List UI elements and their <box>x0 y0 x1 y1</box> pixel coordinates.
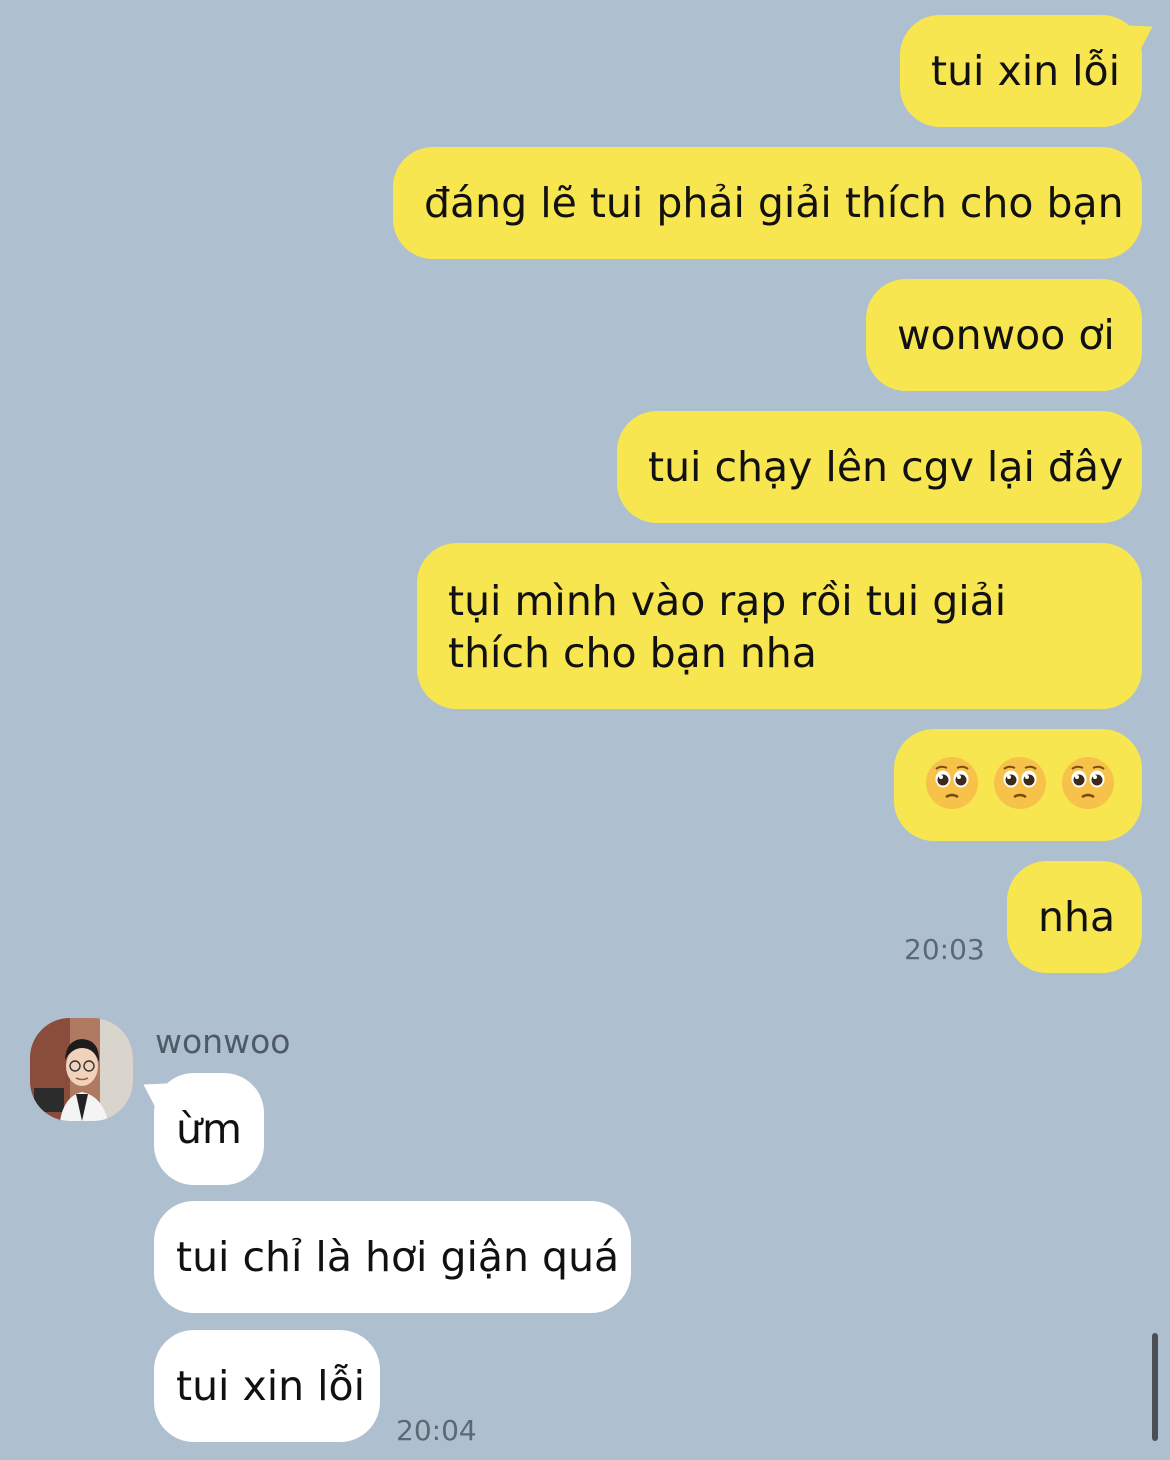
outgoing-message-bubble[interactable]: tụi mình vào rạp rồi tui giải thích cho … <box>417 543 1142 709</box>
message-timestamp: 20:04 <box>396 1414 477 1447</box>
message-text: tui chỉ là hơi giận quá <box>176 1233 620 1281</box>
incoming-message-bubble[interactable]: tui chỉ là hơi giận quá <box>154 1201 631 1313</box>
incoming-message-bubble[interactable]: tui xin lỗi <box>154 1330 380 1442</box>
avatar[interactable] <box>30 1018 133 1121</box>
message-text: ừm <box>176 1105 242 1153</box>
message-timestamp: 20:03 <box>904 933 985 966</box>
message-text: tụi mình vào rạp rồi tui giải thích cho … <box>448 577 1007 677</box>
sender-name: wonwoo <box>155 1022 291 1061</box>
scrollbar[interactable] <box>1152 1333 1158 1441</box>
incoming-message-bubble[interactable]: ừm <box>154 1073 264 1185</box>
outgoing-message-bubble[interactable] <box>894 729 1142 841</box>
chat-area[interactable]: tui xin lỗi đáng lẽ tui phải giải thích … <box>0 0 1170 1460</box>
message-text: wonwoo ơi <box>897 311 1115 359</box>
message-text: tui xin lỗi <box>931 47 1121 95</box>
message-text: đáng lẽ tui phải giải thích cho bạn <box>424 179 1124 227</box>
message-text: nha <box>1038 893 1116 941</box>
message-text: tui chạy lên cgv lại đây <box>648 443 1124 491</box>
pleading-face-icon <box>994 757 1046 809</box>
pleading-face-icon <box>926 757 978 809</box>
outgoing-message-bubble[interactable]: tui chạy lên cgv lại đây <box>617 411 1142 523</box>
pleading-face-icon <box>924 755 1116 811</box>
profile-photo <box>30 1018 133 1121</box>
message-text: tui xin lỗi <box>176 1362 366 1410</box>
outgoing-message-bubble[interactable]: đáng lẽ tui phải giải thích cho bạn <box>393 147 1142 259</box>
pleading-face-icon <box>1062 757 1114 809</box>
outgoing-message-bubble[interactable]: nha <box>1007 861 1142 973</box>
outgoing-message-bubble[interactable]: tui xin lỗi <box>900 15 1142 127</box>
outgoing-message-bubble[interactable]: wonwoo ơi <box>866 279 1142 391</box>
